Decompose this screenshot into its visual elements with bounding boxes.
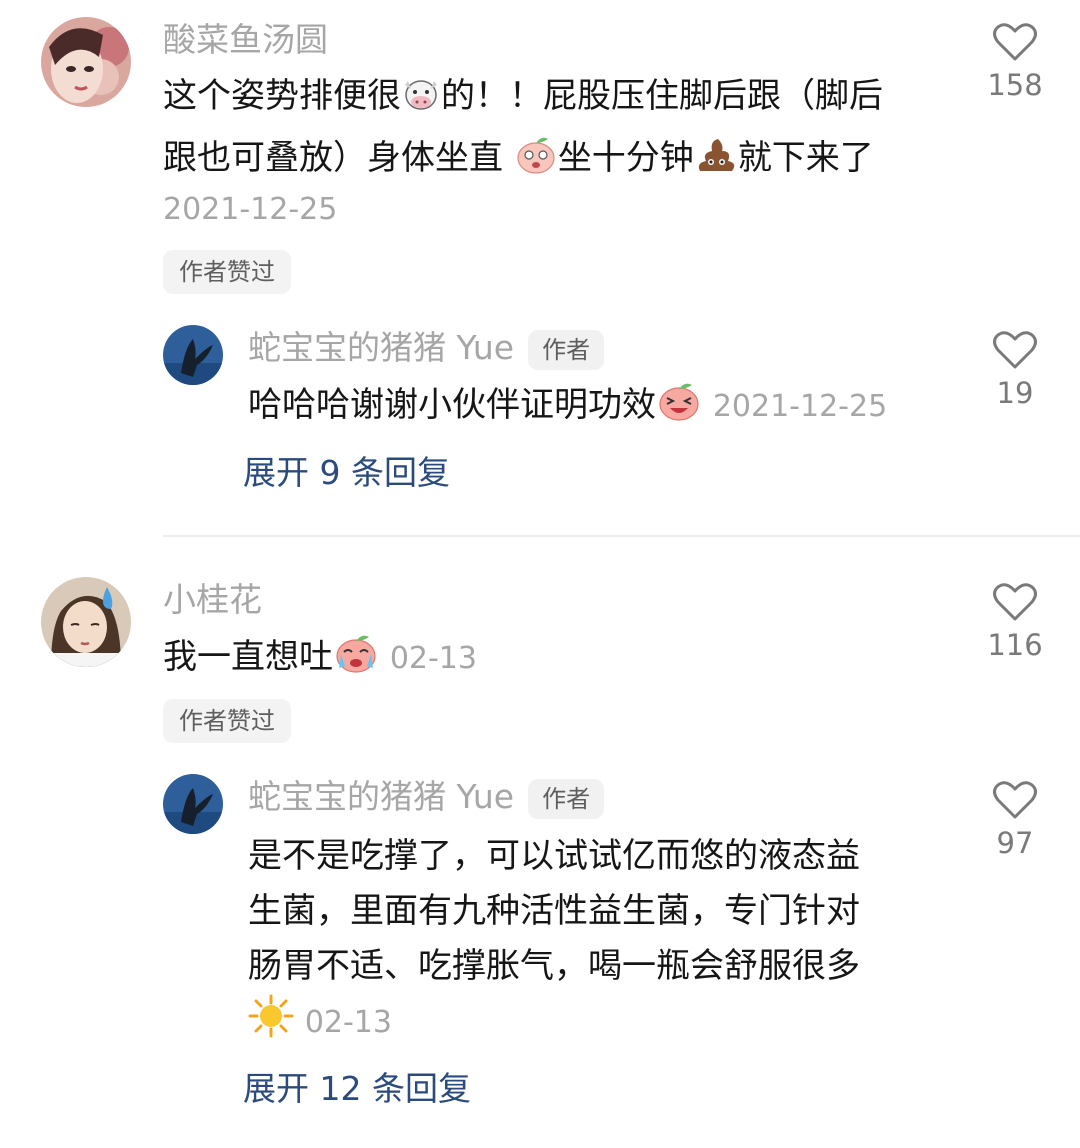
- poop-emoji-icon: [694, 135, 738, 192]
- like-count: 116: [987, 628, 1043, 662]
- like-button[interactable]: 97: [985, 780, 1045, 860]
- expand-replies-link[interactable]: 展开 12 条回复: [243, 1069, 471, 1109]
- peach-cry-emoji-icon: [333, 632, 379, 691]
- like-count: 158: [987, 68, 1043, 102]
- comment-text: 我一直想吐 02-13: [163, 629, 953, 691]
- comment-text: 这个姿势排便很 的！！屁股压住脚后跟（脚后 跟也可叠放）身体坐直 坐十分钟 就下来了: [163, 68, 953, 192]
- peach-blush-emoji-icon: [514, 135, 558, 192]
- reply-username-text: 蛇宝宝的猪猪 Yue: [248, 328, 515, 367]
- reply-username[interactable]: 蛇宝宝的猪猪 Yue 作者: [248, 328, 605, 370]
- comment-text-part: 坐十分钟: [557, 138, 694, 178]
- reply-text-line: 生菌，里面有九种活性益生菌，专门针对: [248, 891, 860, 931]
- comments-page: 酸菜鱼汤圆 这个姿势排便很 的！！屁股压住脚后跟（脚后 跟也可叠放）身体坐直 坐十…: [0, 0, 1080, 1148]
- reply-date: 2021-12-25: [712, 389, 888, 424]
- reply-text-line: 是不是吃撑了，可以试试亿而悠的液态益: [248, 836, 860, 876]
- reply-username-text: 蛇宝宝的猪猪 Yue: [248, 777, 515, 816]
- cow-emoji-icon: [401, 74, 441, 130]
- comment-text-part: 我一直想吐: [163, 637, 333, 677]
- reply-text: 哈哈哈谢谢小伙伴证明功效 2021-12-25: [248, 377, 948, 439]
- sun-emoji-icon: [248, 994, 294, 1055]
- like-button[interactable]: 158: [985, 22, 1045, 102]
- comment-date: 02-13: [389, 641, 477, 676]
- reply-date: 02-13: [304, 1005, 392, 1040]
- comment-date: 2021-12-25: [163, 192, 338, 227]
- like-button[interactable]: 19: [985, 330, 1045, 410]
- comment-username[interactable]: 小桂花: [163, 580, 262, 620]
- reply-username[interactable]: 蛇宝宝的猪猪 Yue 作者: [248, 777, 605, 819]
- avatar[interactable]: [163, 325, 223, 385]
- author-tag: 作者: [528, 778, 605, 819]
- author-tag: 作者: [528, 329, 605, 370]
- avatar[interactable]: [41, 577, 131, 667]
- heart-outline-icon: [993, 23, 1037, 61]
- avatar[interactable]: [163, 774, 223, 834]
- reply-text: 是不是吃撑了，可以试试亿而悠的液态益 生菌，里面有九种活性益生菌，专门针对 肠胃…: [248, 829, 948, 1055]
- comment-username[interactable]: 酸菜鱼汤圆: [163, 20, 328, 60]
- comment-text-part: 这个姿势排便很: [163, 76, 401, 116]
- author-liked-badge: 作者赞过: [163, 699, 291, 743]
- expand-replies-link[interactable]: 展开 9 条回复: [243, 453, 450, 493]
- heart-outline-icon: [993, 781, 1037, 819]
- heart-outline-icon: [993, 583, 1037, 621]
- comment-text-part: 的！！屁股压住脚后跟（脚后: [441, 76, 883, 116]
- comment-text-part: 就下来了: [737, 138, 874, 178]
- peach-laugh-emoji-icon: [656, 380, 702, 439]
- like-count: 97: [996, 826, 1034, 860]
- avatar[interactable]: [41, 17, 131, 107]
- comment-text-part: 跟也可叠放）身体坐直: [163, 138, 514, 178]
- heart-outline-icon: [993, 331, 1037, 369]
- author-liked-badge: 作者赞过: [163, 250, 291, 294]
- like-button[interactable]: 116: [985, 582, 1045, 662]
- divider: [163, 535, 1080, 537]
- reply-text-part: 哈哈哈谢谢小伙伴证明功效: [248, 385, 656, 425]
- like-count: 19: [996, 376, 1034, 410]
- reply-text-line: 肠胃不适、吃撑胀气，喝一瓶会舒服很多: [248, 946, 860, 986]
